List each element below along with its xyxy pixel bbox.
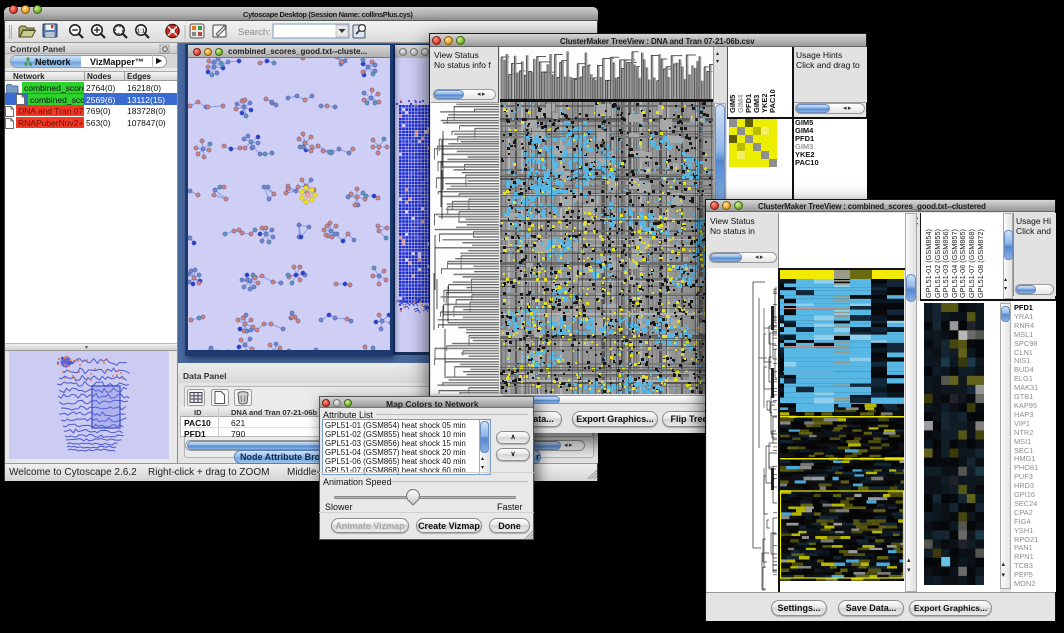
svg-text:Search:: Search:: [238, 27, 271, 38]
svg-text:1:1: 1:1: [137, 28, 145, 34]
